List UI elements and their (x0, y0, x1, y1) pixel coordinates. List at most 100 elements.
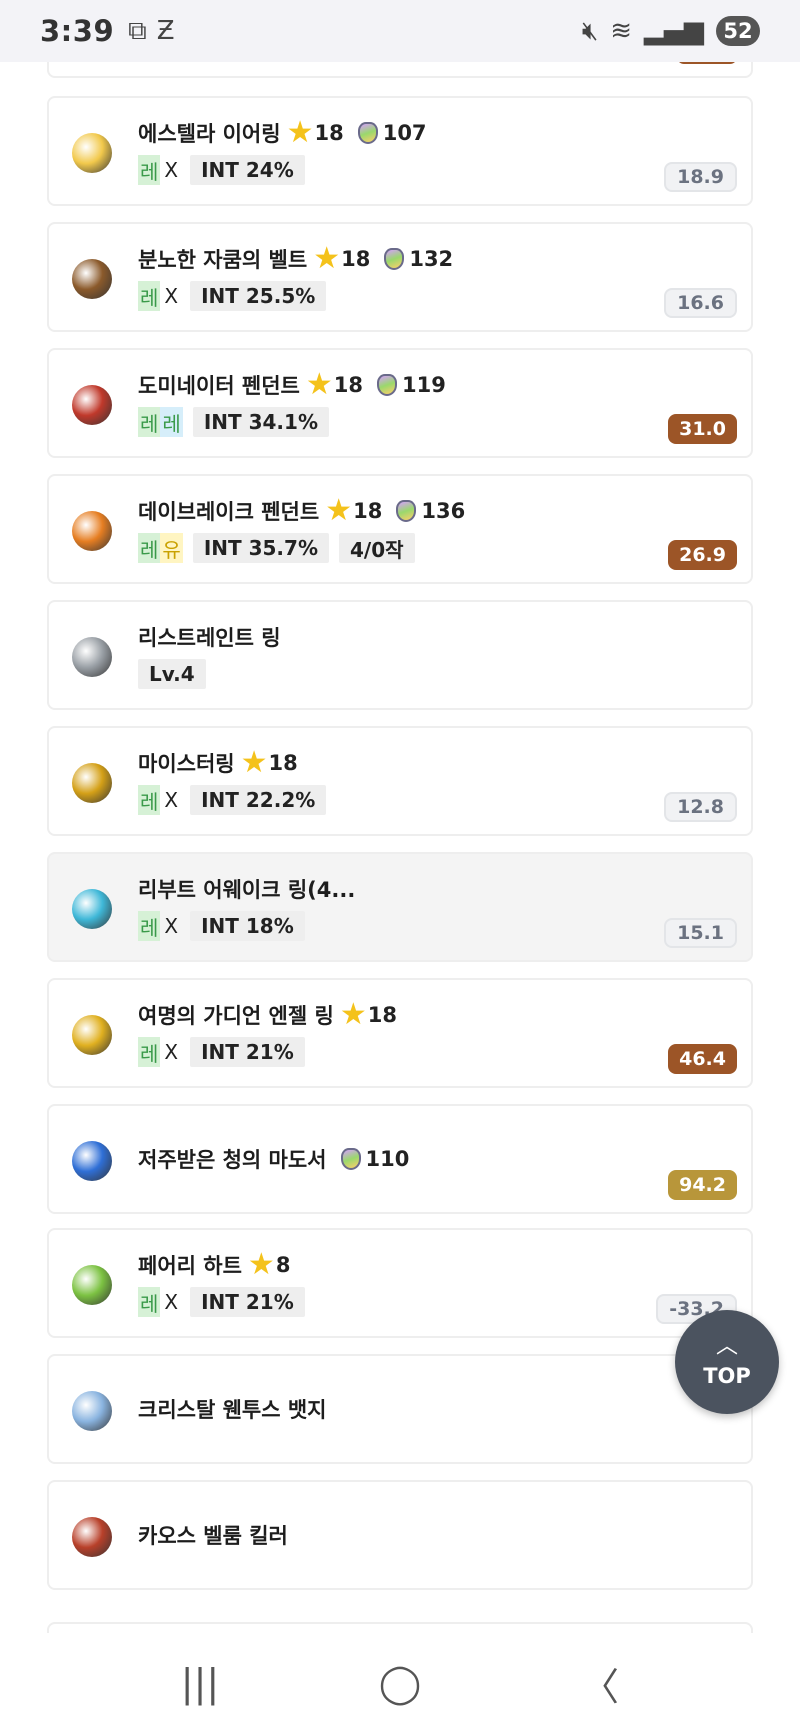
star-icon: ★ (247, 1247, 275, 1282)
item-name: 데이브레이크 펜던트 (138, 500, 320, 524)
starforce-count: 8 (275, 1253, 291, 1277)
item-icon-image (72, 1517, 112, 1557)
star-icon: ★ (240, 745, 268, 780)
item-name: 분노한 자쿰의 벨트 (138, 248, 308, 272)
scroll-top-button[interactable]: ︿ TOP (675, 1310, 779, 1414)
additional-option-value: 110 (365, 1147, 410, 1171)
item-card[interactable]: 분노한 자쿰의 벨트 ★ 18 132 레 X INT 25.5% 16.6 (47, 222, 753, 332)
item-name: 리스트레인트 링 (138, 626, 281, 650)
item-title-row: 여명의 가디언 엔젤 링 ★ 18 (138, 998, 397, 1032)
item-card[interactable]: 에스텔라 이어링 ★ 18 107 레 X INT 24% 18.9 (47, 96, 753, 206)
item-icon (59, 624, 125, 690)
item-icon-image (72, 385, 112, 425)
potential-grade-main: 레 (138, 785, 161, 815)
stat-tag: Lv.4 (138, 659, 206, 689)
score-badge: 94.2 (668, 1170, 737, 1200)
starforce-count: 18 (367, 1003, 397, 1027)
potential-grade: 레X (138, 1287, 180, 1317)
starforce-count: 18 (333, 373, 364, 397)
star-icon: ★ (305, 367, 333, 402)
item-name: 마이스터링 (138, 752, 235, 776)
wifi-icon: ≋ (610, 16, 632, 46)
starforce-count: 18 (314, 121, 344, 145)
potential-grade-additional: X (164, 1290, 179, 1314)
stat-tag: 4/0작 (338, 533, 415, 563)
item-card[interactable]: 카오스 벨룸 킬러 (47, 1480, 753, 1590)
item-card[interactable]: 데이브레이크 펜던트 ★ 18 136 레 유 INT 35.7% 4/0작 26.9 (47, 474, 753, 584)
item-icon (59, 1128, 125, 1194)
potential-grade-main: 레 (138, 155, 161, 185)
potential-grade-main: 레 (138, 911, 161, 941)
stat-tag: INT 18% (190, 911, 305, 941)
potential-grade: 레유 (138, 533, 183, 563)
item-card[interactable]: 크리스탈 웬투스 뱃지 (47, 1354, 753, 1464)
item-name: 저주받은 청의 마도서 (138, 1148, 327, 1172)
item-card[interactable]: 저주받은 청의 마도서 110 94.2 (47, 1104, 753, 1214)
potential-grade: 레X (138, 911, 180, 941)
potential-grade: 레X (138, 785, 180, 815)
item-tag-row: 레 X INT 21% (138, 1286, 305, 1318)
stat-tag: INT 35.7% (192, 533, 329, 563)
item-title-row: 에스텔라 이어링 ★ 18 107 (138, 116, 427, 150)
item-icon (59, 120, 125, 186)
item-name: 여명의 가디언 엔젤 링 (138, 1004, 334, 1028)
item-title-row: 도미네이터 펜던트 ★ 18 119 (138, 368, 446, 402)
item-card[interactable]: 도미네이터 펜던트 ★ 18 119 레 레 INT 34.1% 31.0 (47, 348, 753, 458)
additional-option-gem-icon (396, 500, 417, 522)
system-nav-bar: ||| ◯ 〈 (0, 1633, 800, 1733)
score-badge: 46.4 (668, 1044, 737, 1074)
potential-grade: 레X (138, 281, 180, 311)
score-badge: 31.0 (668, 414, 737, 444)
item-tag-row: 레 X INT 25.5% (138, 280, 327, 312)
score-badge: 12.8 (664, 792, 737, 822)
potential-grade-additional: X (164, 284, 179, 308)
item-tag-row: 레 유 INT 35.7% 4/0작 (138, 532, 415, 564)
item-title-row: 리스트레인트 링 (138, 620, 281, 654)
stat-tag: INT 25.5% (190, 281, 327, 311)
item-icon-image (72, 637, 112, 677)
item-card[interactable]: 페어리 하트 ★ 8 레 X INT 21% -33.2 (47, 1228, 753, 1338)
item-tag-row: 레 X INT 18% (138, 910, 305, 942)
potential-grade-additional: 레 (160, 407, 183, 437)
additional-option-value: 119 (402, 373, 446, 397)
potential-grade-additional: X (164, 788, 179, 812)
score-badge: 26.9 (668, 540, 737, 570)
top-label: TOP (703, 1364, 751, 1388)
item-name: 에스텔라 이어링 (138, 122, 281, 146)
item-name: 리부트 어웨이크 링(4... (138, 878, 356, 902)
battery-icon: 52 (716, 16, 760, 46)
item-tag-row: 레 X INT 22.2% (138, 784, 327, 816)
stat-tag: INT 24% (190, 155, 305, 185)
star-icon: ★ (339, 997, 367, 1032)
recents-button[interactable]: ||| (160, 1661, 240, 1705)
chevron-up-icon: ︿ (715, 1334, 738, 1359)
back-button[interactable]: 〈 (560, 1656, 640, 1711)
item-name: 카오스 벨룸 킬러 (138, 1524, 288, 1548)
item-title-row: 분노한 자쿰의 벨트 ★ 18 132 (138, 242, 453, 276)
potential-grade: 레X (138, 155, 180, 185)
item-icon-image (72, 1391, 112, 1431)
star-icon: ★ (313, 241, 341, 276)
additional-option-gem-icon (340, 1148, 361, 1170)
item-title-row: 카오스 벨룸 킬러 (138, 1518, 288, 1552)
item-icon (59, 498, 125, 564)
item-icon-image (72, 1265, 112, 1305)
additional-option-gem-icon (377, 374, 398, 396)
item-icon-image (72, 1015, 112, 1055)
item-icon (59, 750, 125, 816)
item-icon-image (72, 889, 112, 929)
signal-icon: ▂▄▆ (644, 16, 704, 46)
additional-option-value: 132 (409, 247, 454, 271)
item-icon-image (72, 259, 112, 299)
item-card[interactable]: 여명의 가디언 엔젤 링 ★ 18 레 X INT 21% 46.4 (47, 978, 753, 1088)
home-button[interactable]: ◯ (360, 1661, 440, 1705)
stat-tag: INT 22.2% (190, 785, 327, 815)
item-icon-image (72, 763, 112, 803)
score-badge: 18.9 (664, 162, 737, 192)
item-icon-image (72, 511, 112, 551)
item-card[interactable]: 리부트 어웨이크 링(4... 레 X INT 18% 15.1 (47, 852, 753, 962)
item-card[interactable]: 마이스터링 ★ 18 레 X INT 22.2% 12.8 (47, 726, 753, 836)
stat-tag: INT 21% (190, 1037, 305, 1067)
item-card[interactable]: 리스트레인트 링 Lv.4 (47, 600, 753, 710)
item-tag-row: 레 X INT 24% (138, 154, 305, 186)
